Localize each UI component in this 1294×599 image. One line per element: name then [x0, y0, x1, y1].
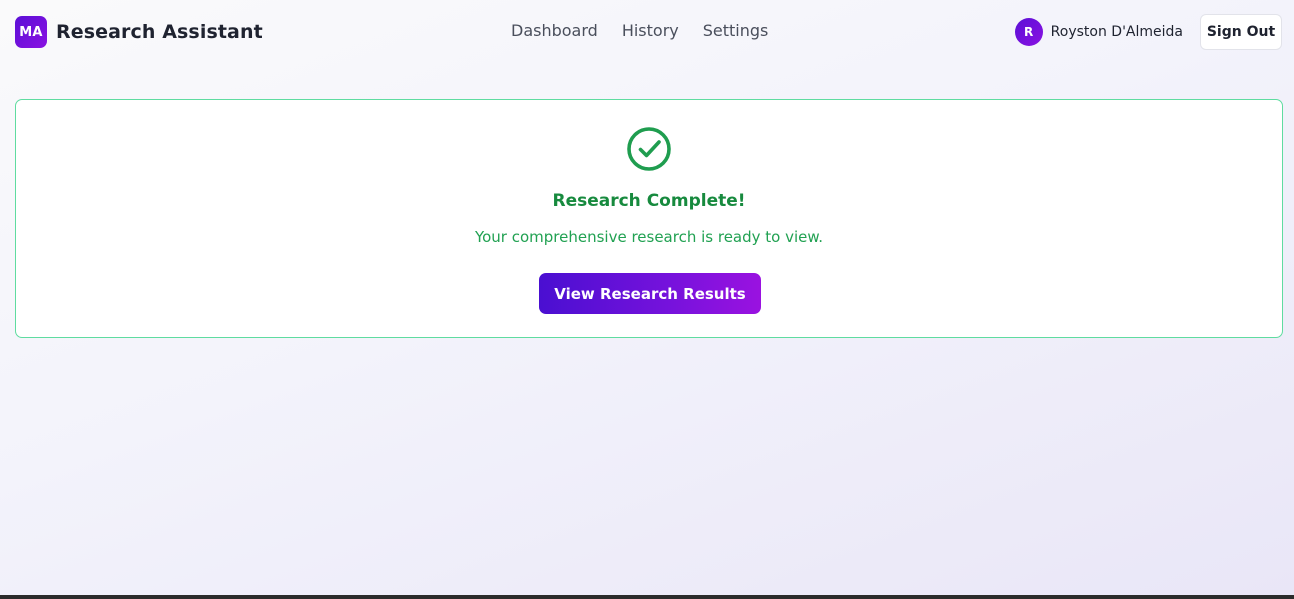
status-message: Your comprehensive research is ready to …	[474, 228, 824, 246]
status-title: Research Complete!	[552, 191, 746, 211]
brand-logo: MA	[15, 16, 47, 48]
sign-out-button[interactable]: Sign Out	[1200, 14, 1282, 50]
avatar[interactable]: R	[1014, 18, 1043, 46]
brand-name: Research Assistant	[56, 21, 263, 43]
view-research-results-button[interactable]: View Research Results	[539, 273, 761, 314]
user-area: R Royston D'Almeida Sign Out	[1014, 14, 1282, 50]
nav-item-settings[interactable]: Settings	[703, 21, 769, 40]
research-complete-card: Research Complete! Your comprehensive re…	[15, 99, 1283, 338]
main-nav: Dashboard History Settings	[511, 21, 768, 40]
nav-item-dashboard[interactable]: Dashboard	[511, 21, 598, 40]
brand[interactable]: MA Research Assistant	[15, 16, 263, 48]
nav-item-history[interactable]: History	[622, 21, 679, 40]
bottom-edge-bar	[0, 595, 1294, 599]
check-circle-icon	[627, 127, 671, 171]
top-header: MA Research Assistant Dashboard History …	[0, 0, 1294, 64]
user-name: Royston D'Almeida	[1050, 24, 1183, 40]
